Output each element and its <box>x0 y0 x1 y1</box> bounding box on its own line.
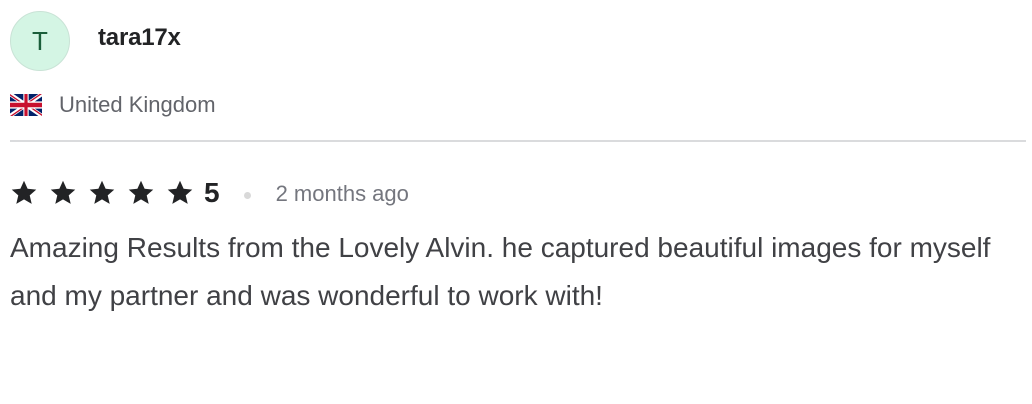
separator-dot <box>243 191 251 199</box>
star-icon <box>167 180 193 204</box>
rating-row: 5 2 months ago <box>10 176 1026 210</box>
star-rating <box>10 179 194 207</box>
star-icon <box>89 180 115 204</box>
star-icon <box>128 180 154 204</box>
review-text: Amazing Results from the Lovely Alvin. h… <box>10 232 991 311</box>
review-date: 2 months ago <box>275 181 409 206</box>
reviewer-country: United Kingdom <box>10 90 1026 120</box>
reviewer-username[interactable]: tara17x <box>98 24 181 52</box>
uk-flag-icon <box>10 94 42 116</box>
review-card: T tara17x United Kingdom 5 2 months ago … <box>10 10 1026 320</box>
divider <box>10 140 1026 142</box>
star-icon <box>11 180 37 204</box>
avatar: T <box>10 11 70 71</box>
country-name: United Kingdom <box>59 92 216 117</box>
rating-value: 5 <box>204 177 220 208</box>
reviewer-header: T tara17x <box>10 10 1026 72</box>
star-icon <box>50 180 76 204</box>
